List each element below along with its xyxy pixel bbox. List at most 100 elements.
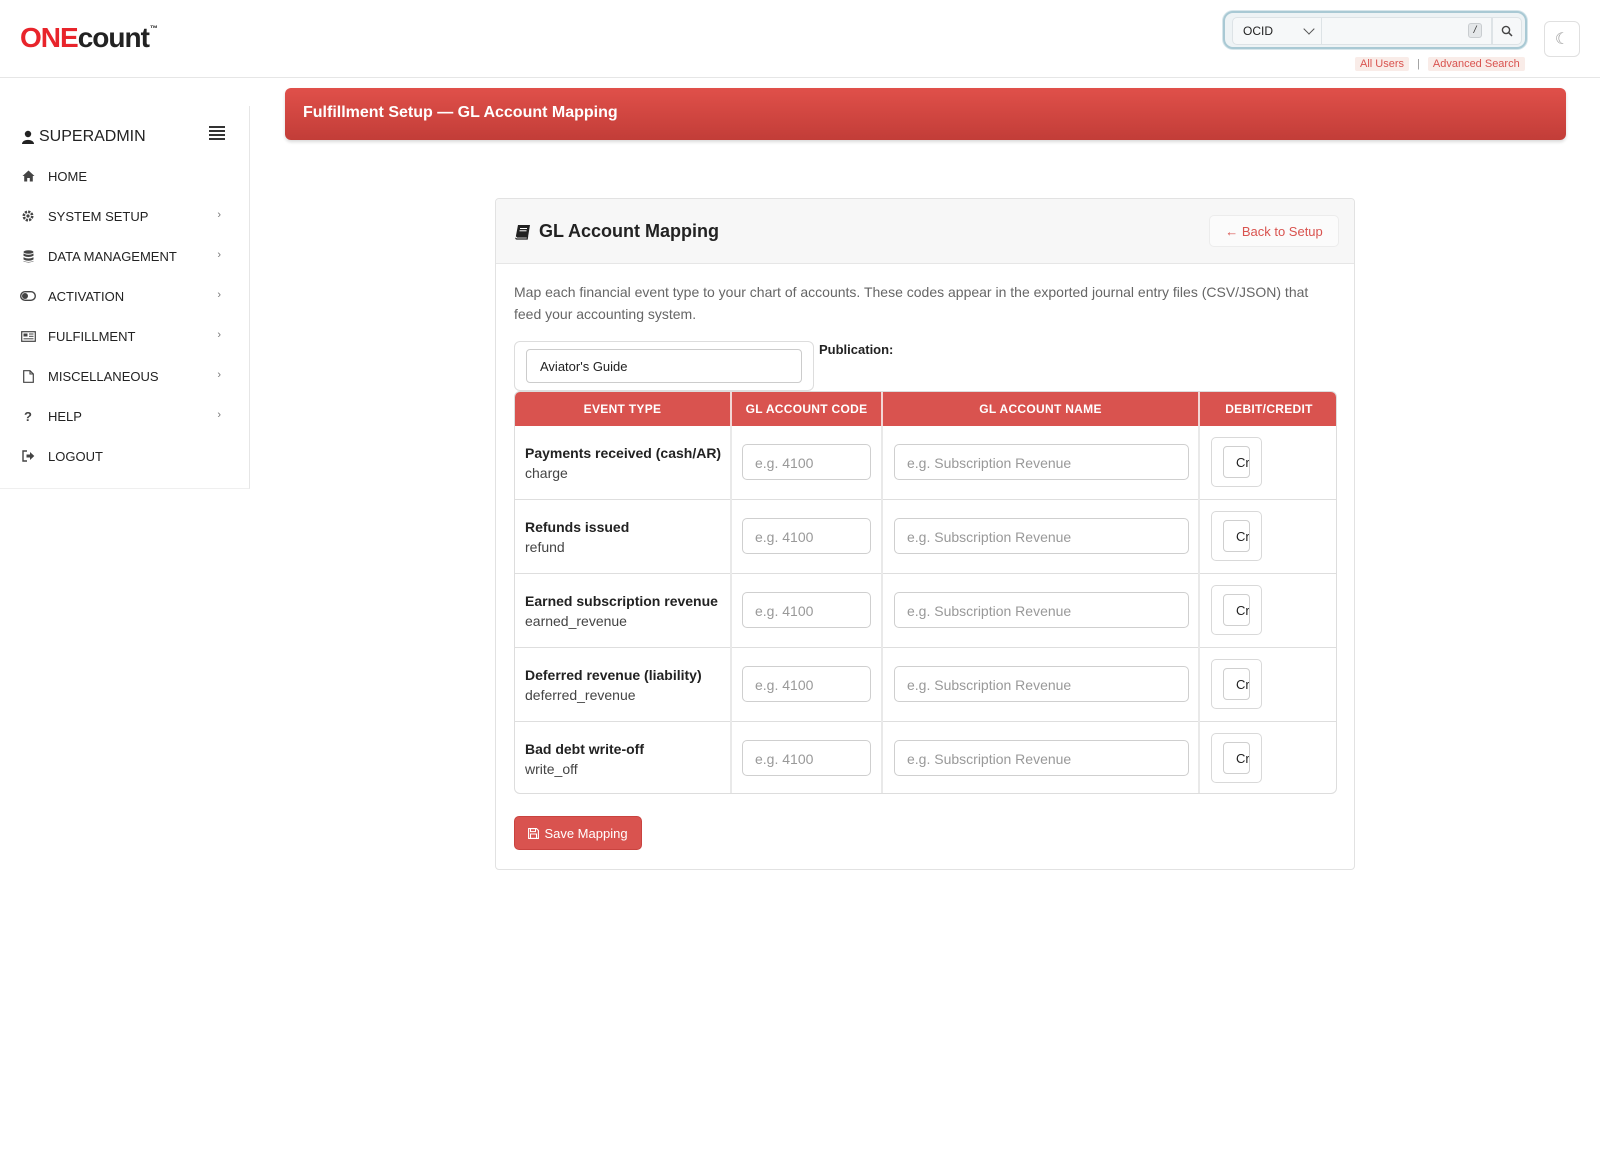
sidebar-item-fulfillment[interactable]: FULFILLMENT › (20, 324, 225, 348)
search-type-select[interactable]: OCID (1232, 17, 1322, 45)
sidebar-item-label: SYSTEM SETUP (48, 208, 149, 224)
page-title: Fulfillment Setup — GL Account Mapping (303, 104, 618, 121)
sidebar-collapse-toggle[interactable] (209, 126, 225, 140)
gl-name-cell: e.g. Subscription Revenue (883, 648, 1200, 722)
search-quick-links: All Users | Advanced Search (1355, 56, 1525, 72)
gl-code-cell: e.g. 4100 (732, 574, 883, 648)
sidebar-item-activation[interactable]: ACTIVATION › (20, 284, 225, 308)
gl-code-input[interactable]: e.g. 4100 (742, 444, 871, 480)
publication-label: Publication: (819, 342, 894, 357)
gl-name-input[interactable]: e.g. Subscription Revenue (894, 444, 1189, 480)
search-icon (1501, 25, 1513, 37)
event-code: write_off (525, 761, 578, 777)
chevron-down-icon (1303, 23, 1315, 35)
event-code: refund (525, 539, 565, 555)
card-title-text: GL Account Mapping (539, 221, 719, 241)
page-banner: Fulfillment Setup — GL Account Mapping (285, 88, 1566, 140)
logo-count-text: count (77, 22, 150, 53)
event-type-cell: Refunds issued refund (515, 500, 732, 574)
sidebar-item-label: HOME (48, 168, 87, 184)
debit-credit-select[interactable]: Credit (1223, 594, 1250, 626)
event-code: charge (525, 465, 568, 481)
sidebar-item-logout[interactable]: LOGOUT (20, 444, 225, 468)
gear-icon (20, 208, 36, 224)
back-to-setup-button[interactable]: ← Back to Setup (1209, 215, 1339, 247)
debit-credit-select[interactable]: Credit (1223, 520, 1250, 552)
event-name: Refunds issued (525, 519, 630, 535)
event-name: Bad debt write-off (525, 741, 644, 757)
database-icon (20, 248, 36, 264)
save-mapping-button[interactable]: Save Mapping (514, 816, 642, 850)
quick-links-separator: | (1417, 58, 1420, 70)
gl-name-input[interactable]: e.g. Subscription Revenue (894, 518, 1189, 554)
sidebar-item-label: MISCELLANEOUS (48, 368, 159, 384)
event-code: deferred_revenue (525, 687, 636, 703)
event-name: Deferred revenue (liability) (525, 667, 702, 683)
sidebar-item-system-setup[interactable]: SYSTEM SETUP › (20, 204, 225, 228)
file-icon (20, 368, 36, 384)
header-debit-credit: DEBIT/CREDIT (1225, 402, 1313, 416)
shortcut-key-hint: / (1468, 23, 1482, 38)
sidebar-item-label: DATA MANAGEMENT (48, 248, 177, 264)
gl-code-input[interactable]: e.g. 4100 (742, 740, 871, 776)
sidebar-item-label: FULFILLMENT (48, 328, 136, 344)
debit-credit-wrapper: Credit (1211, 511, 1262, 561)
logo-trademark: ™ (149, 24, 158, 33)
event-name: Earned subscription revenue (525, 593, 718, 609)
onecount-logo[interactable]: ONE count ™ (20, 24, 158, 54)
gl-name-cell: e.g. Subscription Revenue (883, 574, 1200, 648)
debit-credit-cell: Credit (1200, 648, 1336, 722)
debit-credit-select[interactable]: Credit (1223, 742, 1250, 774)
gl-name-input[interactable]: e.g. Subscription Revenue (894, 592, 1189, 628)
gl-code-cell: e.g. 4100 (732, 722, 883, 793)
debit-credit-cell: Credit (1200, 500, 1336, 574)
gl-code-input[interactable]: e.g. 4100 (742, 518, 871, 554)
book-icon (515, 224, 530, 240)
user-icon (22, 130, 34, 144)
debit-credit-wrapper: Credit (1211, 585, 1262, 635)
search-button[interactable] (1492, 17, 1522, 45)
gl-code-input[interactable]: e.g. 4100 (742, 592, 871, 628)
table-row: Deferred revenue (liability) deferred_re… (515, 648, 1336, 722)
chevron-right-icon: › (217, 369, 221, 381)
gl-code-input[interactable]: e.g. 4100 (742, 666, 871, 702)
publication-picker: Aviator's Guide (514, 341, 814, 391)
chevron-right-icon: › (217, 209, 221, 221)
sidebar-item-home[interactable]: HOME (20, 164, 225, 188)
newspaper-icon (20, 328, 36, 344)
gl-code-cell: e.g. 4100 (732, 426, 883, 500)
debit-credit-cell: Credit (1200, 722, 1336, 793)
debit-credit-cell: Credit (1200, 426, 1336, 500)
sidebar-item-miscellaneous[interactable]: MISCELLANEOUS › (20, 364, 225, 388)
floppy-disk-icon (528, 827, 540, 839)
debit-credit-select[interactable]: Credit (1223, 668, 1250, 700)
logout-icon (20, 448, 36, 464)
event-type-cell: Earned subscription revenue earned_reven… (515, 574, 732, 648)
all-users-link[interactable]: All Users (1355, 57, 1410, 71)
mapping-description: Map each financial event type to your ch… (514, 284, 1309, 322)
moon-icon: ☾ (1554, 31, 1570, 48)
advanced-search-link[interactable]: Advanced Search (1427, 57, 1525, 71)
global-search: OCID / (1223, 11, 1527, 49)
sidebar-item-data-management[interactable]: DATA MANAGEMENT › (20, 244, 225, 268)
gl-name-input[interactable]: e.g. Subscription Revenue (894, 740, 1189, 776)
table-row: Earned subscription revenue earned_reven… (515, 574, 1336, 648)
sidebar-user: SUPERADMIN (22, 128, 146, 146)
gl-name-input[interactable]: e.g. Subscription Revenue (894, 666, 1189, 702)
header-gl-account-code: GL ACCOUNT CODE (732, 392, 883, 426)
logo-one-text: ONE (20, 22, 79, 53)
search-input[interactable] (1322, 17, 1492, 45)
card-title: GL Account Mapping (515, 221, 719, 242)
debit-credit-select[interactable]: Credit (1223, 446, 1250, 478)
gl-name-cell: e.g. Subscription Revenue (883, 722, 1200, 793)
theme-toggle-button[interactable]: ☾ (1544, 21, 1580, 57)
sidebar-item-label: HELP (48, 408, 82, 424)
publication-select[interactable]: Aviator's Guide (526, 349, 802, 383)
table-row: Payments received (cash/AR) charge e.g. … (515, 426, 1336, 500)
sidebar-item-label: LOGOUT (48, 448, 103, 464)
sidebar-item-help[interactable]: ? HELP › (20, 404, 225, 428)
sidebar-item-label: ACTIVATION (48, 288, 125, 304)
debit-credit-wrapper: Credit (1211, 733, 1262, 783)
search-type-value: OCID (1243, 24, 1273, 38)
chevron-right-icon: › (217, 289, 221, 301)
